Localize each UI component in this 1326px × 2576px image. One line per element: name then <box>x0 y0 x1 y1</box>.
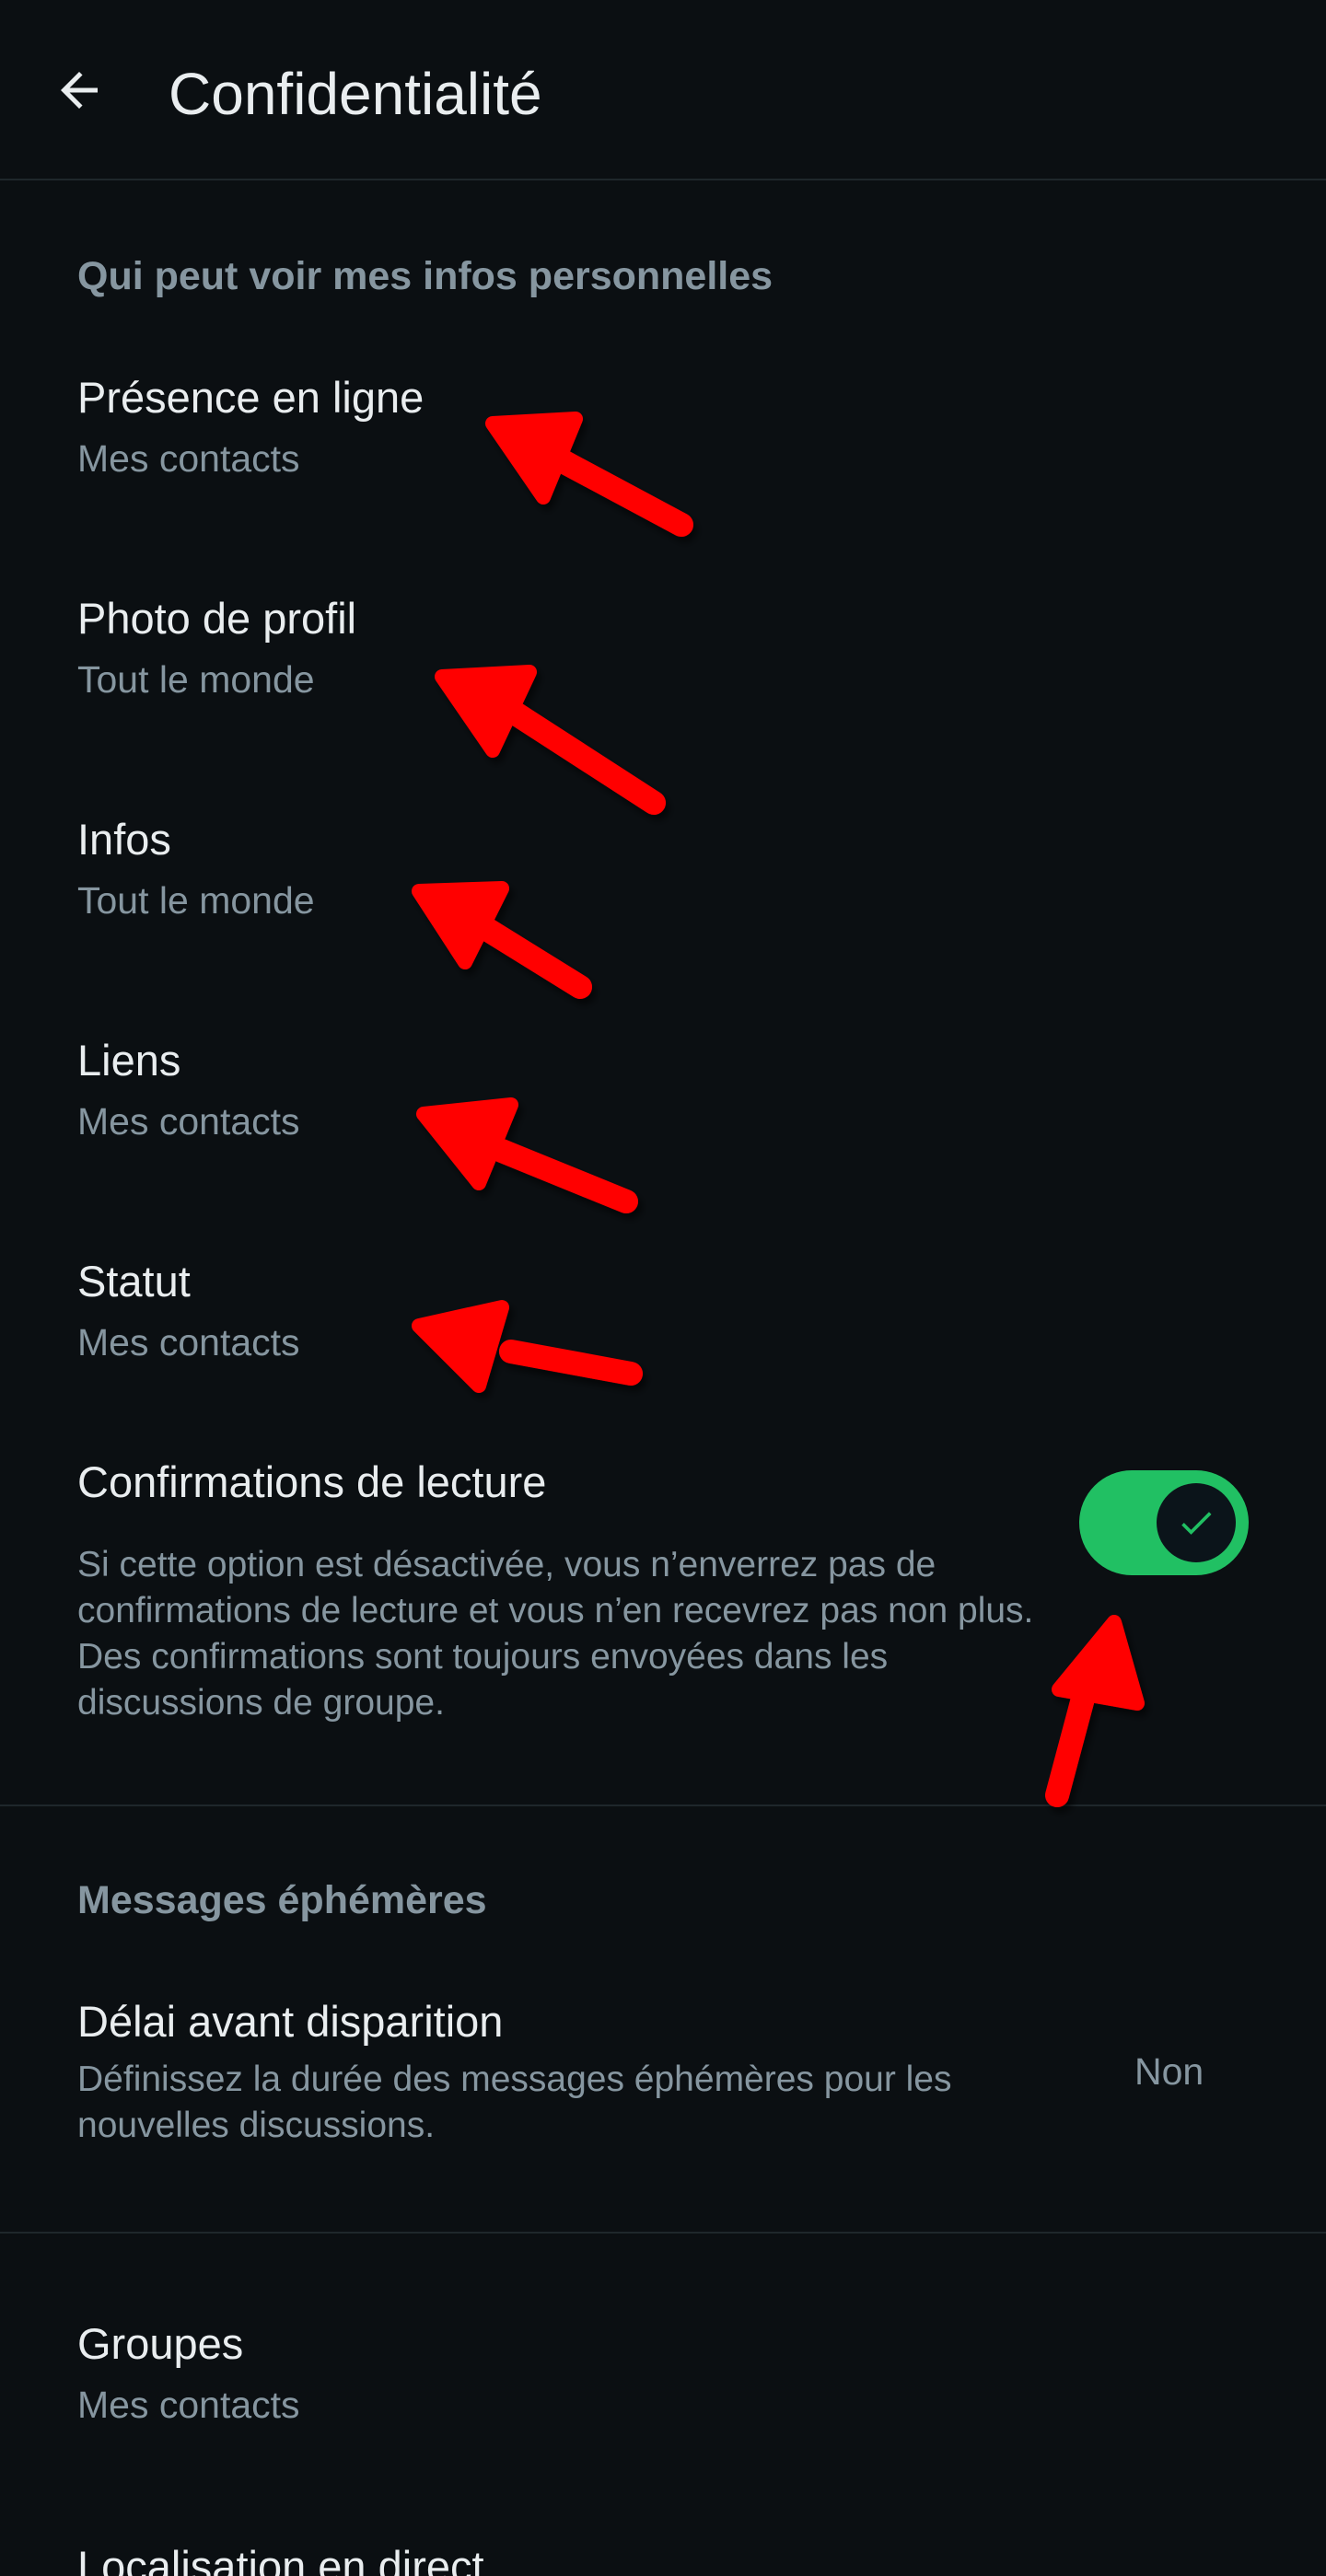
row-value: Tout le monde <box>77 658 315 701</box>
row-title: Localisation en direct <box>77 2542 484 2576</box>
row-title: Photo de profil <box>77 594 357 643</box>
row-description: Définissez la durée des messages éphémèr… <box>77 2060 952 2145</box>
row-groups[interactable]: Groupes Mes contacts <box>0 2302 1326 2486</box>
divider <box>0 2232 1326 2234</box>
page-title: Confidentialité <box>169 61 542 127</box>
app-bar: Confidentialité <box>0 0 1326 180</box>
row-value: Mes contacts <box>77 1100 300 1143</box>
row-title: Groupes <box>77 2319 244 2368</box>
row-default-message-timer[interactable]: Délai avant disparition Définissez la du… <box>0 1994 1326 2178</box>
row-value: Mes contacts <box>77 2384 300 2426</box>
row-title: Confirmations de lecture <box>77 1457 547 1506</box>
row-value: Mes contacts <box>77 437 300 480</box>
default-timer-value: Non <box>1134 2050 1204 2093</box>
check-icon <box>1181 1512 1212 1535</box>
divider <box>0 1804 1326 1806</box>
toggle-knob <box>1157 1483 1236 1562</box>
row-live-location[interactable]: Localisation en direct <box>0 2523 1326 2576</box>
row-about[interactable]: Infos Tout le monde <box>0 792 1326 976</box>
row-status[interactable]: Statut Mes contacts <box>0 1234 1326 1418</box>
row-description: Si cette option est désactivée, vous n’e… <box>77 1545 1034 1723</box>
back-button[interactable] <box>37 48 122 133</box>
section-header-personal-info: Qui peut voir mes infos personnelles <box>77 254 774 298</box>
row-online-presence[interactable]: Présence en ligne Mes contacts <box>0 350 1326 534</box>
row-profile-photo[interactable]: Photo de profil Tout le monde <box>0 571 1326 755</box>
arrow-left-icon <box>61 72 98 109</box>
row-title: Présence en ligne <box>77 373 425 422</box>
row-links[interactable]: Liens Mes contacts <box>0 1013 1326 1197</box>
row-title: Liens <box>77 1036 181 1085</box>
row-value: Tout le monde <box>77 879 315 922</box>
row-title: Délai avant disparition <box>77 1997 504 2046</box>
row-title: Statut <box>77 1257 191 1305</box>
row-value: Mes contacts <box>77 1321 300 1363</box>
section-header-ephemeral: Messages éphémères <box>77 1878 487 1922</box>
row-title: Infos <box>77 815 171 864</box>
read-receipts-toggle[interactable] <box>1079 1470 1249 1575</box>
